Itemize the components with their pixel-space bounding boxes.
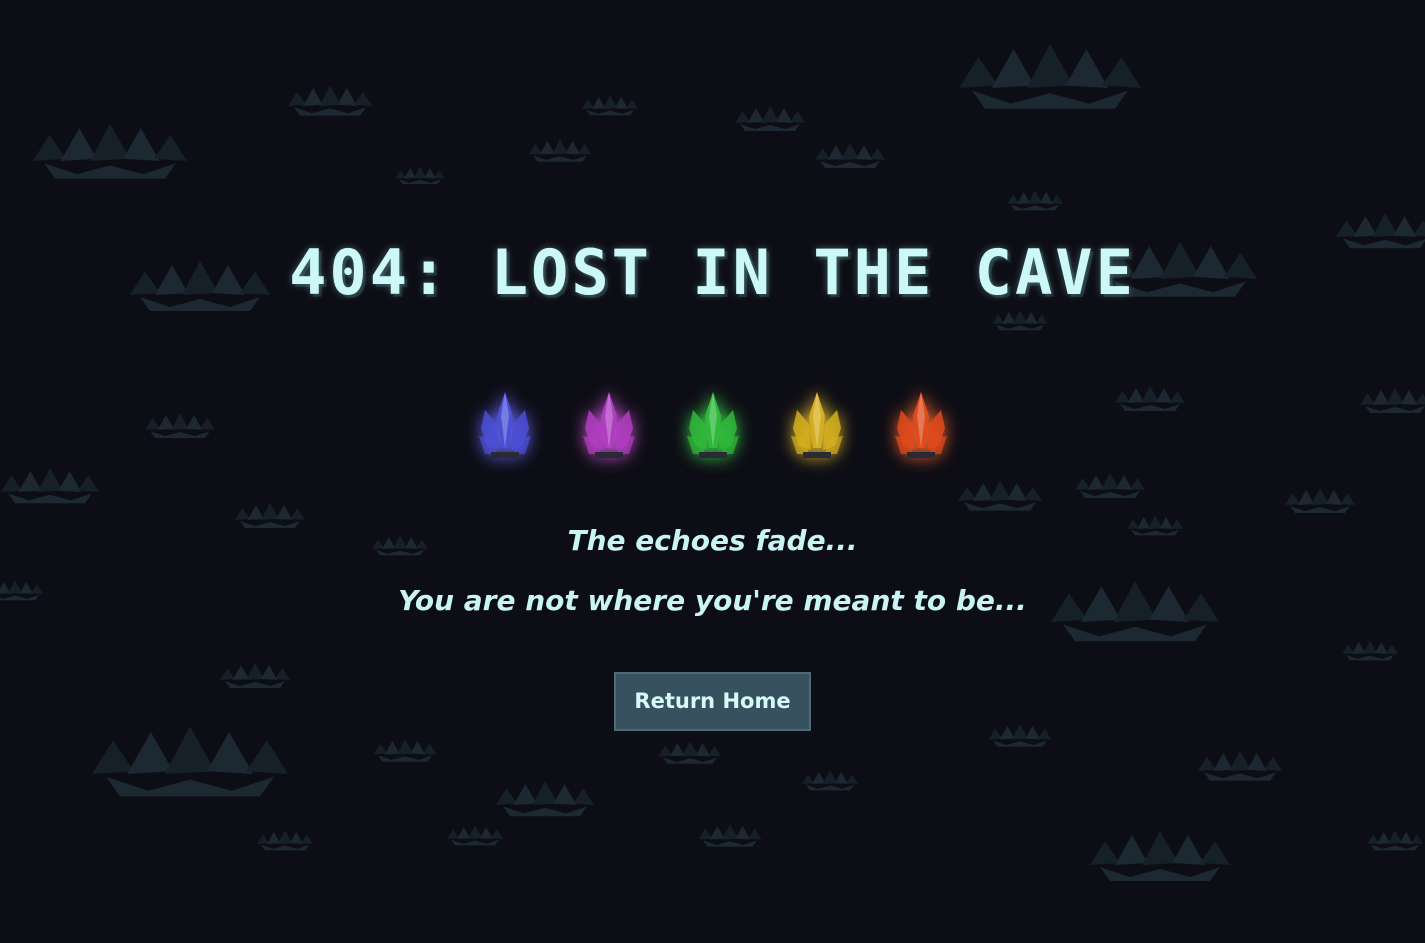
rock-cluster (1, 468, 99, 504)
rock-cluster (698, 824, 762, 847)
rock-cluster (257, 830, 313, 851)
rock-cluster (959, 43, 1141, 109)
crystal-row (0, 388, 1425, 468)
red-crystal-icon (891, 388, 951, 462)
rock-cluster (447, 825, 503, 846)
rock-cluster (658, 741, 722, 764)
rock-cluster (220, 663, 290, 688)
rock-cluster (992, 310, 1048, 331)
rock-cluster (735, 106, 805, 131)
return-home-button[interactable]: Return Home (614, 672, 811, 731)
echo-message: The echoes fade... (567, 524, 858, 557)
yellow-crystal-icon (787, 388, 847, 462)
rock-cluster (1075, 473, 1145, 498)
rock-cluster (496, 781, 594, 817)
rock-cluster (1367, 830, 1423, 851)
rock-cluster (988, 724, 1052, 747)
rock-cluster (1090, 831, 1230, 881)
rock-cluster (373, 739, 437, 762)
green-crystal-icon (683, 388, 743, 462)
rock-cluster (92, 726, 288, 797)
purple-crystal-icon (579, 388, 639, 462)
rock-cluster (528, 139, 592, 162)
rock-cluster (288, 85, 372, 116)
page-title: 404: LOST IN THE CAVE (289, 236, 1136, 309)
rock-cluster (582, 95, 638, 116)
blue-crystal-icon (475, 388, 535, 462)
rock-cluster (1285, 488, 1355, 513)
lost-message: You are not where you're meant to be... (398, 584, 1027, 617)
rock-cluster (395, 166, 445, 185)
cave-rock-background (0, 43, 1425, 881)
rock-cluster (1342, 640, 1398, 661)
rock-cluster (802, 770, 858, 791)
rock-cluster (33, 123, 187, 179)
rock-cluster (815, 143, 885, 168)
rock-cluster (958, 480, 1042, 511)
rock-cluster (1198, 750, 1282, 781)
error-page: 404: LOST IN THE CAVE The echoes fade...… (0, 0, 1425, 943)
rock-cluster (1007, 190, 1063, 211)
